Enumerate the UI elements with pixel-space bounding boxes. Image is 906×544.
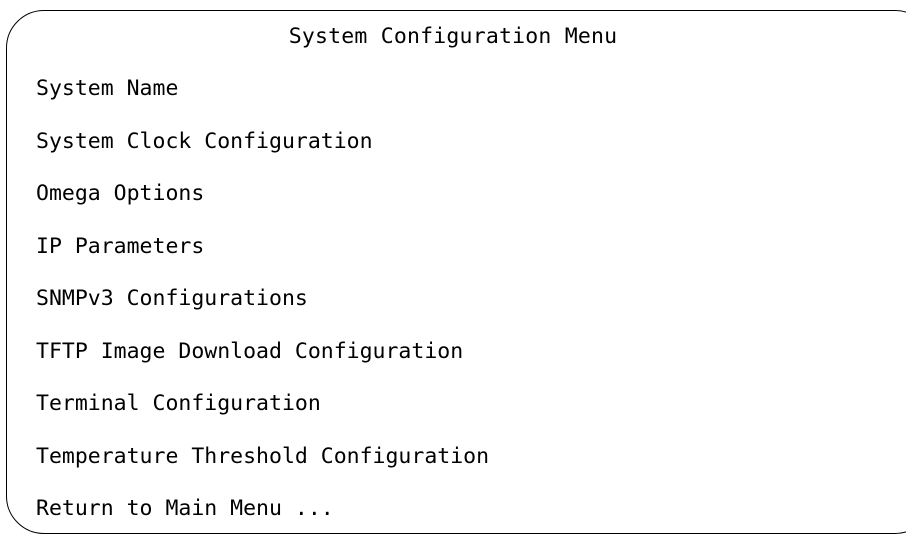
menu-item-omega-options[interactable]: Omega Options [36, 177, 489, 230]
menu-item-return-to-main-menu[interactable]: Return to Main Menu ... [36, 492, 489, 544]
menu-item-system-name[interactable]: System Name [36, 72, 489, 125]
menu-item-snmpv3-configurations[interactable]: SNMPv3 Configurations [36, 282, 489, 335]
menu-list: System Name System Clock Configuration O… [36, 72, 489, 544]
menu-title: System Configuration Menu [288, 24, 618, 49]
screen: System Configuration Menu System Name Sy… [0, 0, 906, 544]
menu-item-terminal-configuration[interactable]: Terminal Configuration [36, 387, 489, 440]
menu-item-tftp-image-download-configuration[interactable]: TFTP Image Download Configuration [36, 335, 489, 388]
menu-item-ip-parameters[interactable]: IP Parameters [36, 230, 489, 283]
menu-item-system-clock-configuration[interactable]: System Clock Configuration [36, 125, 489, 178]
menu-item-temperature-threshold-configuration[interactable]: Temperature Threshold Configuration [36, 440, 489, 493]
